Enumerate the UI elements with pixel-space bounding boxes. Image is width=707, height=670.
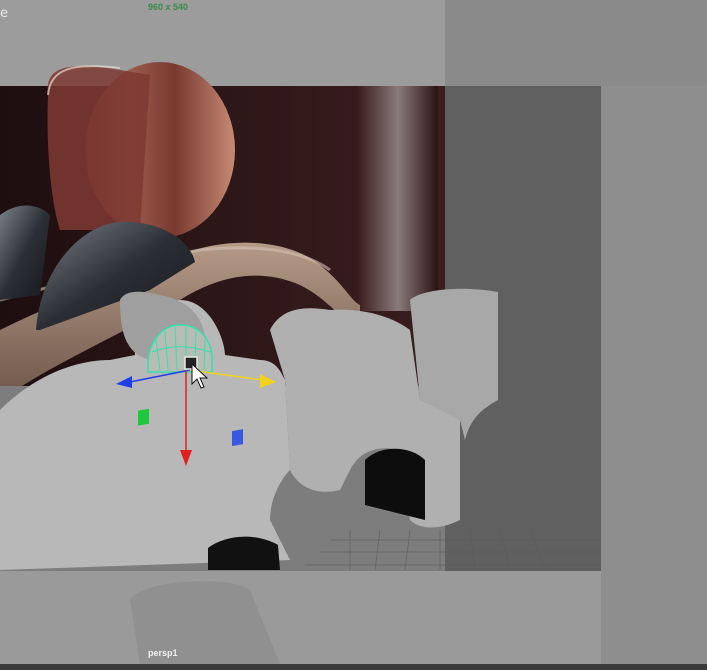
viewport-menu-edge-text: e — [0, 6, 8, 21]
gate-mask-right-strip — [601, 86, 707, 670]
gizmo-plane-handle-green[interactable] — [138, 408, 149, 426]
viewport-perspective[interactable]: e 960 x 540 persp1 — [0, 0, 707, 670]
viewport-bottom-border — [0, 664, 707, 670]
viewport-canvas[interactable] — [0, 0, 707, 670]
copper-disc-side — [47, 66, 150, 230]
gizmo-plane-handle-blue[interactable] — [232, 429, 243, 447]
render-pillar — [358, 86, 438, 311]
gate-mask-bottom — [0, 571, 601, 664]
